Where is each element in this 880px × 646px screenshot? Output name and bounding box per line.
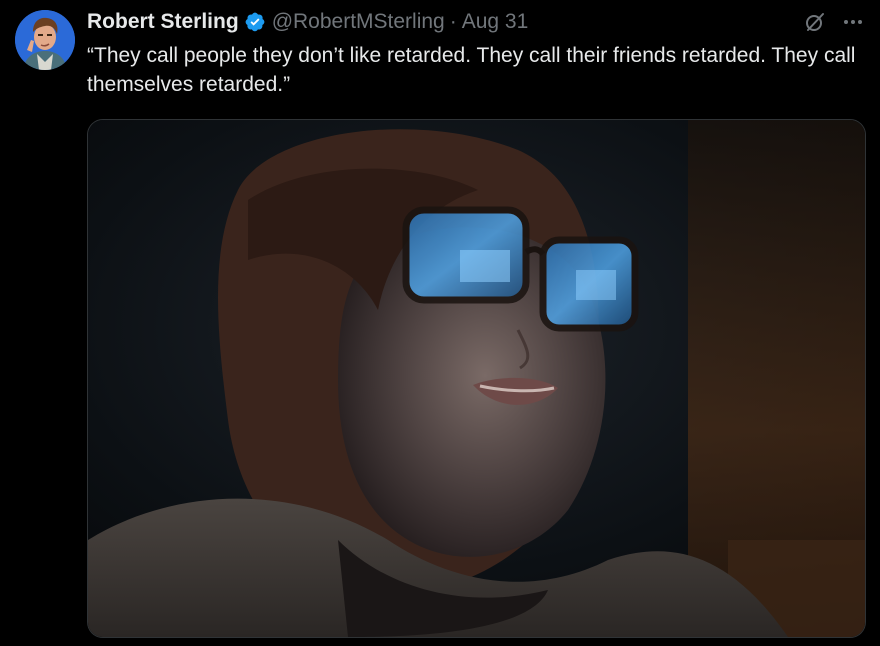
tweet-text: “They call people they don’t like retard… (87, 44, 856, 96)
grok-icon[interactable] (804, 11, 826, 33)
tweet-content: Robert Sterling @RobertMSterling · Aug 3… (87, 8, 864, 99)
more-options-icon[interactable] (842, 11, 864, 33)
avatar-illustration (15, 10, 75, 70)
photo-woman-glasses (88, 120, 865, 637)
author-handle[interactable]: @RobertMSterling (272, 10, 445, 34)
verified-badge-icon (244, 11, 266, 33)
tweet-timestamp[interactable]: Aug 31 (462, 10, 529, 34)
tweet-header: Robert Sterling @RobertMSterling · Aug 3… (87, 8, 864, 36)
avatar[interactable] (15, 10, 75, 70)
separator-dot: · (449, 10, 457, 33)
header-actions (804, 8, 864, 36)
tweet-media-photo[interactable] (87, 119, 866, 638)
tweet[interactable]: Robert Sterling @RobertMSterling · Aug 3… (0, 0, 880, 646)
author-display-name[interactable]: Robert Sterling (87, 10, 239, 34)
